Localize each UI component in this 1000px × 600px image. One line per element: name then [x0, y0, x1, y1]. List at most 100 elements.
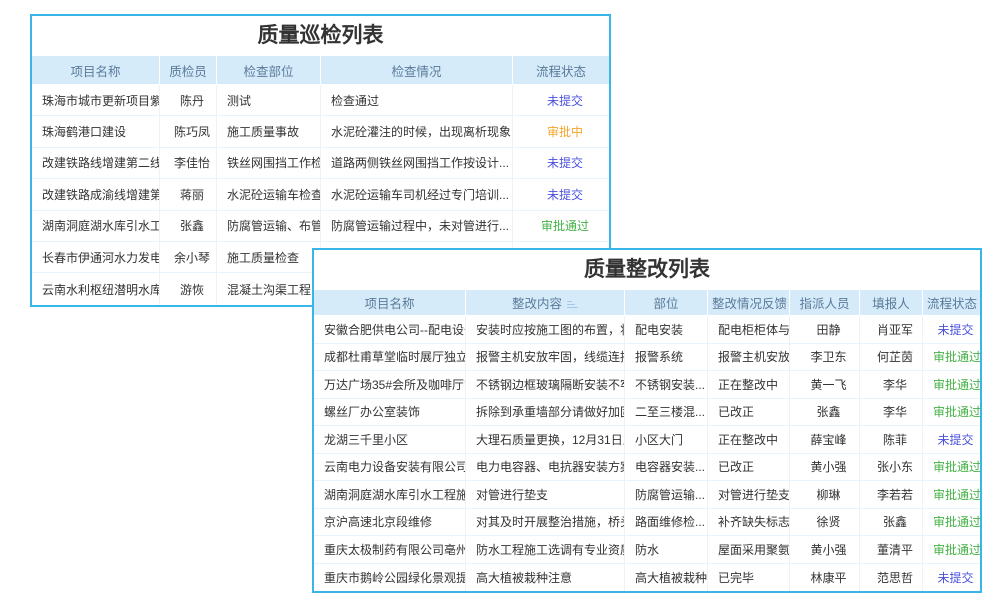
- column-header-label: 项目名称: [364, 297, 414, 311]
- project-name-link[interactable]: 重庆市鹅岭公园绿化景观提升...: [314, 564, 466, 592]
- status-badge: 审批中: [513, 116, 609, 147]
- assignee-link[interactable]: 徐贤: [790, 509, 860, 537]
- table-row: 龙湖三千里小区大理石质量更换，12月31日之...小区大门正在整改中薛宝峰陈菲未…: [314, 426, 980, 454]
- project-name-link[interactable]: 湖南洞庭湖水库引水工程施工标: [314, 481, 466, 509]
- status-badge: 未提交: [513, 148, 609, 179]
- cell-rectify-content: 大理石质量更换，12月31日之...: [466, 426, 625, 454]
- column-header-label: 部位: [653, 297, 678, 311]
- project-name-link[interactable]: 湖南洞庭湖水库引水工...: [32, 211, 160, 242]
- cell-feedback: 已改正: [708, 399, 790, 427]
- rectify-header-row: 项目名称 整改内容 部位 整改情况反馈指派人员 填报人 流程状态: [314, 290, 980, 316]
- cell-feedback: 补齐缺失标志...: [708, 509, 790, 537]
- status-badge: 审批通过: [923, 399, 980, 427]
- column-header-label: 流程状态: [536, 65, 586, 79]
- column-header-5: 填报人: [860, 290, 923, 316]
- inspector-link[interactable]: 游恢: [160, 273, 217, 304]
- reporter-link[interactable]: 张小东: [860, 454, 923, 482]
- project-name-link[interactable]: 重庆太极制药有限公司亳州中...: [314, 536, 466, 564]
- cell-inspect-situation: 道路两侧铁丝网围挡工作按设计...: [321, 148, 513, 179]
- cell-part: 防水: [625, 536, 708, 564]
- assignee-link[interactable]: 黄小强: [790, 536, 860, 564]
- rectify-table-title: 质量整改列表: [314, 250, 980, 290]
- column-header-1: 质检员: [160, 56, 217, 85]
- column-header-label: 整改情况反馈: [712, 297, 787, 311]
- inspector-link[interactable]: 张鑫: [160, 211, 217, 242]
- column-header-2: 部位: [625, 290, 708, 316]
- column-header-label: 填报人: [872, 297, 910, 311]
- column-header-label: 流程状态: [927, 297, 977, 311]
- project-name-link[interactable]: 珠海鹤港口建设: [32, 116, 160, 147]
- assignee-link[interactable]: 田静: [790, 316, 860, 344]
- project-name-link[interactable]: 螺丝厂办公室装饰: [314, 399, 466, 427]
- cell-part: 报警系统: [625, 344, 708, 372]
- project-name-link[interactable]: 云南电力设备安装有限公司20...: [314, 454, 466, 482]
- reporter-link[interactable]: 何芷茵: [860, 344, 923, 372]
- cell-inspect-part: 施工质量检查: [217, 242, 321, 273]
- inspector-link[interactable]: 陈丹: [160, 85, 217, 116]
- table-row: 湖南洞庭湖水库引水工...张鑫防腐管运输、布管防腐管运输过程中，未对管进行...…: [32, 211, 609, 242]
- reporter-link[interactable]: 范思哲: [860, 564, 923, 592]
- table-row: 珠海市城市更新项目紫...陈丹测试检查通过未提交: [32, 85, 609, 116]
- cell-feedback: 报警主机安放...: [708, 344, 790, 372]
- table-row: 改建铁路线增建第二线...李佳怡铁丝网围挡工作检查道路两侧铁丝网围挡工作按设计.…: [32, 148, 609, 179]
- status-badge: 审批通过: [513, 211, 609, 242]
- status-badge: 未提交: [923, 564, 980, 592]
- cell-part: 路面维修检...: [625, 509, 708, 537]
- project-name-link[interactable]: 改建铁路线增建第二线...: [32, 148, 160, 179]
- cell-inspect-part: 水泥砼运输车检查: [217, 179, 321, 210]
- project-name-link[interactable]: 长春市伊通河水力发电...: [32, 242, 160, 273]
- table-row: 珠海鹤港口建设陈巧凤施工质量事故水泥砼灌注的时候，出现离析现象审批中: [32, 116, 609, 147]
- assignee-link[interactable]: 林康平: [790, 564, 860, 592]
- column-header-label: 质检员: [169, 65, 207, 79]
- cell-rectify-content: 报警主机安放牢固，线缆连接...: [466, 344, 625, 372]
- table-row: 万达广场35#会所及咖啡厅空...不锈钢边框玻璃隔断安装不牢...不锈钢安装..…: [314, 371, 980, 399]
- table-row: 京沪高速北京段维修对其及时开展整治措施，桥头...路面维修检...补齐缺失标志.…: [314, 509, 980, 537]
- cell-inspect-part: 防腐管运输、布管: [217, 211, 321, 242]
- inspector-link[interactable]: 余小琴: [160, 242, 217, 273]
- assignee-link[interactable]: 薛宝峰: [790, 426, 860, 454]
- column-header-6: 流程状态: [923, 290, 980, 316]
- status-badge: 审批通过: [923, 454, 980, 482]
- project-name-link[interactable]: 京沪高速北京段维修: [314, 509, 466, 537]
- column-header-3: 检查情况: [321, 56, 513, 85]
- project-name-link[interactable]: 珠海市城市更新项目紫...: [32, 85, 160, 116]
- column-header-1[interactable]: 整改内容: [466, 290, 625, 316]
- reporter-link[interactable]: 李华: [860, 399, 923, 427]
- cell-feedback: 屋面采用聚氨...: [708, 536, 790, 564]
- cell-rectify-content: 对其及时开展整治措施，桥头...: [466, 509, 625, 537]
- project-name-link[interactable]: 改建铁路成渝线增建第...: [32, 179, 160, 210]
- project-name-link[interactable]: 成都杜甫草堂临时展厅独立展...: [314, 344, 466, 372]
- inspector-link[interactable]: 蒋丽: [160, 179, 217, 210]
- reporter-link[interactable]: 陈菲: [860, 426, 923, 454]
- cell-rectify-content: 拆除到承重墙部分请做好加固...: [466, 399, 625, 427]
- project-name-link[interactable]: 万达广场35#会所及咖啡厅空...: [314, 371, 466, 399]
- assignee-link[interactable]: 黄一飞: [790, 371, 860, 399]
- assignee-link[interactable]: 李卫东: [790, 344, 860, 372]
- assignee-link[interactable]: 张鑫: [790, 399, 860, 427]
- reporter-link[interactable]: 李华: [860, 371, 923, 399]
- assignee-link[interactable]: 柳琳: [790, 481, 860, 509]
- project-name-link[interactable]: 龙湖三千里小区: [314, 426, 466, 454]
- cell-inspect-situation: 防腐管运输过程中，未对管进行...: [321, 211, 513, 242]
- column-header-label: 指派人员: [799, 297, 849, 311]
- cell-feedback: 配电柜柜体与...: [708, 316, 790, 344]
- column-header-0: 项目名称: [314, 290, 466, 316]
- cell-feedback: 已完毕: [708, 564, 790, 592]
- project-name-link[interactable]: 云南水利枢纽潜明水库...: [32, 273, 160, 304]
- reporter-link[interactable]: 董清平: [860, 536, 923, 564]
- assignee-link[interactable]: 黄小强: [790, 454, 860, 482]
- reporter-link[interactable]: 张鑫: [860, 509, 923, 537]
- inspector-link[interactable]: 李佳怡: [160, 148, 217, 179]
- sort-icon[interactable]: [567, 299, 578, 310]
- reporter-link[interactable]: 肖亚军: [860, 316, 923, 344]
- project-name-link[interactable]: 安徽合肥供电公司--配电设备...: [314, 316, 466, 344]
- status-badge: 未提交: [923, 316, 980, 344]
- status-badge: 审批通过: [923, 481, 980, 509]
- cell-rectify-content: 安装时应按施工图的布置，将...: [466, 316, 625, 344]
- cell-rectify-content: 对管进行垫支: [466, 481, 625, 509]
- cell-inspect-part: 测试: [217, 85, 321, 116]
- inspector-link[interactable]: 陈巧凤: [160, 116, 217, 147]
- cell-inspect-part: 施工质量事故: [217, 116, 321, 147]
- reporter-link[interactable]: 李若若: [860, 481, 923, 509]
- column-header-3: 整改情况反馈: [708, 290, 790, 316]
